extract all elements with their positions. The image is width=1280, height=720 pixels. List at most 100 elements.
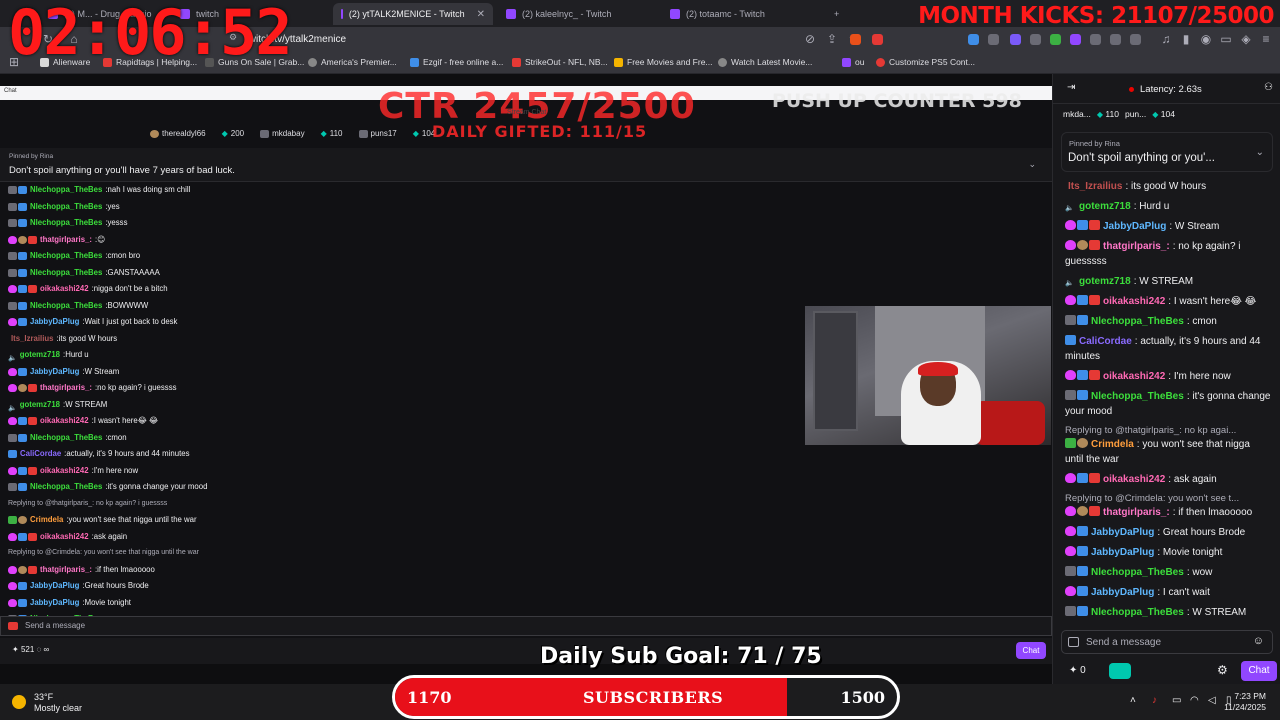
chat-username[interactable]: Nlechoppa_TheBes xyxy=(30,182,102,199)
extension-icon[interactable] xyxy=(1050,34,1061,45)
chat-username[interactable]: Nlechoppa_TheBes xyxy=(30,298,102,315)
tray-chevron-icon[interactable]: ˄ xyxy=(1130,695,1136,706)
channel-points[interactable]: ✦ 521 ◌ ∞ xyxy=(12,645,49,654)
chat-message[interactable]: JabbyDaPlug: Great hours Brode xyxy=(1065,525,1271,540)
chat-message[interactable]: thatgirlparis_:: if then lmaooooo xyxy=(8,562,768,579)
chat-username[interactable]: thatgirlparis_: xyxy=(40,562,92,579)
chat-send-button[interactable]: Chat xyxy=(1016,642,1046,659)
chat-username[interactable]: JabbyDaPlug xyxy=(1091,527,1154,538)
chat-message[interactable]: oikakashi242: ask again xyxy=(1065,472,1271,487)
chat-message[interactable]: Nlechoppa_TheBes: cmon xyxy=(8,430,768,447)
chat-message[interactable]: Its_Izrailius: its good W hours xyxy=(8,331,768,348)
profile-icon[interactable]: ◉ xyxy=(1198,32,1214,46)
chat-username[interactable]: gotemz718 xyxy=(1079,276,1131,287)
browser-tab-active[interactable]: (2) ytTALK2MENICE - Twitch ✕ xyxy=(333,3,493,25)
extension-icon[interactable] xyxy=(1090,34,1101,45)
chat-username[interactable]: oikakashi242 xyxy=(1103,296,1165,307)
bookmark[interactable]: Customize PS5 Cont... xyxy=(876,57,975,67)
chat-username[interactable]: Its_Izrailius xyxy=(11,331,53,348)
chat-username[interactable]: Its_Izrailius xyxy=(1068,181,1122,192)
chat-message[interactable]: Nlechoppa_TheBes: it's gonna change your… xyxy=(8,479,768,496)
bookmark[interactable]: Free Movies and Fre... xyxy=(614,57,713,67)
chat-message[interactable]: Nlechoppa_TheBes: nah I was doing sm chi… xyxy=(8,182,768,199)
chat-username[interactable]: oikakashi242 xyxy=(40,463,89,480)
chat-username[interactable]: Nlechoppa_TheBes xyxy=(1091,391,1184,402)
chat-message[interactable]: oikakashi242: I wasn't here😂 😂 xyxy=(1065,294,1271,309)
wallet-icon[interactable]: ▭ xyxy=(1218,32,1234,46)
users-icon[interactable]: ⚇ xyxy=(1264,82,1273,93)
chat-username[interactable]: Nlechoppa_TheBes xyxy=(30,199,102,216)
chat-message[interactable]: JabbyDaPlug: Movie tonight xyxy=(1065,545,1271,560)
chat-message[interactable]: 🔈 gotemz718: W STREAM xyxy=(1065,274,1271,289)
bookmark[interactable]: Ezgif - free online a... xyxy=(410,57,503,67)
brave-shield-icon[interactable] xyxy=(850,34,861,45)
chevron-down-icon[interactable]: ⌄ xyxy=(1256,147,1264,158)
extension-icon[interactable] xyxy=(968,34,979,45)
chat-username[interactable]: Nlechoppa_TheBes xyxy=(30,248,102,265)
chat-input[interactable]: Send a message xyxy=(0,616,1052,636)
chat-username[interactable]: oikakashi242 xyxy=(40,413,89,430)
chat-message[interactable]: Nlechoppa_TheBes: GANSTAAAAA xyxy=(8,265,768,282)
chat-message[interactable]: Nlechoppa_TheBes: wow xyxy=(1065,565,1271,580)
menu-icon[interactable]: ≡ xyxy=(1258,32,1274,46)
chat-username[interactable]: CaliCordae xyxy=(20,446,61,463)
volume-icon[interactable]: ◁ xyxy=(1208,695,1216,706)
chat-username[interactable]: Nlechoppa_TheBes xyxy=(30,430,102,447)
chat-username[interactable]: Nlechoppa_TheBes xyxy=(1091,567,1184,578)
chat-message[interactable]: thatgirlparis_:: no kp again? i guessss xyxy=(8,380,768,397)
top-chatter[interactable]: mkdabay xyxy=(260,129,305,138)
media-icon[interactable]: ♫ xyxy=(1158,32,1174,46)
chat-message[interactable]: Crimdela: you won't see that nigga until… xyxy=(1065,437,1271,467)
chat-message[interactable]: Nlechoppa_TheBes: cmon xyxy=(1065,314,1271,329)
chat-send-button[interactable]: Chat xyxy=(1241,661,1277,681)
top-chatter[interactable]: mkda... xyxy=(1063,109,1091,119)
top-chatter[interactable]: pun... xyxy=(1125,109,1146,119)
bookmark[interactable]: ou xyxy=(842,57,864,67)
share-icon[interactable]: ⇪ xyxy=(824,32,840,46)
chat-message[interactable]: oikakashi242: ask again xyxy=(8,529,768,546)
chat-username[interactable]: JabbyDaPlug xyxy=(30,364,79,381)
chat-message[interactable]: Nlechoppa_TheBes: cmon bro xyxy=(8,248,768,265)
chat-username[interactable]: Crimdela xyxy=(1091,439,1134,450)
chat-username[interactable]: JabbyDaPlug xyxy=(30,595,79,612)
chat-message[interactable]: JabbyDaPlug: I can't wait xyxy=(1065,585,1271,600)
chat-input[interactable]: Send a message ☺ xyxy=(1061,630,1273,654)
chat-message[interactable]: JabbyDaPlug: Great hours Brode xyxy=(8,578,768,595)
chat-username[interactable]: thatgirlparis_: xyxy=(1103,507,1170,518)
network-icon[interactable]: ▭ xyxy=(1172,695,1181,706)
top-chatter[interactable]: puns17 xyxy=(358,129,397,138)
bits-icon[interactable] xyxy=(1109,663,1131,679)
close-tab-icon[interactable]: ✕ xyxy=(477,9,485,20)
pinned-message[interactable]: Pinned by Rina Don't spoil anything or y… xyxy=(0,148,1052,182)
vpn-icon[interactable]: ◈ xyxy=(1238,32,1254,46)
extension-icon[interactable] xyxy=(1030,34,1041,45)
chat-message[interactable]: thatgirlparis_:: 😊 xyxy=(8,232,768,249)
chat-message[interactable]: thatgirlparis_:: no kp again? i guesssss xyxy=(1065,239,1271,269)
chat-message[interactable]: oikakashi242: I wasn't here😂 😂 xyxy=(8,413,768,430)
collapse-chat-icon[interactable]: ⇥ xyxy=(1067,82,1075,93)
extension-icon[interactable] xyxy=(1110,34,1121,45)
chat-username[interactable]: JabbyDaPlug xyxy=(30,578,79,595)
chat-message[interactable]: oikakashi242: I'm here now xyxy=(8,463,768,480)
channel-points[interactable]: ✦ 0 xyxy=(1069,665,1086,676)
chat-message[interactable]: Its_Izrailius: its good W hours xyxy=(1065,179,1271,194)
chat-message[interactable]: thatgirlparis_:: if then lmaooooo xyxy=(1065,505,1271,520)
bookmark[interactable]: Watch Latest Movie... xyxy=(718,57,812,67)
extension-icon[interactable] xyxy=(1130,34,1141,45)
emote-icon[interactable]: ☺ xyxy=(1253,635,1264,647)
chat-username[interactable]: gotemz718 xyxy=(1079,201,1131,212)
chat-username[interactable]: thatgirlparis_: xyxy=(40,380,92,397)
top-chatter[interactable]: therealdyl66 xyxy=(150,129,206,138)
chat-message[interactable]: oikakashi242: I'm here now xyxy=(1065,369,1271,384)
bookmark[interactable]: America's Premier... xyxy=(308,57,397,67)
chat-username[interactable]: Crimdela xyxy=(30,512,63,529)
chat-username[interactable]: Nlechoppa_TheBes xyxy=(30,479,102,496)
extension-icon[interactable] xyxy=(1070,34,1081,45)
chat-message[interactable]: Nlechoppa_TheBes: it's gonna change your… xyxy=(1065,389,1271,419)
chat-message[interactable]: 🔈 gotemz718: Hurd u xyxy=(8,347,768,364)
chat-username[interactable]: CaliCordae xyxy=(1079,336,1132,347)
chat-message[interactable]: CaliCordae: actually, it's 9 hours and 4… xyxy=(1065,334,1271,364)
chat-message[interactable]: Nlechoppa_TheBes: W STREAM xyxy=(1065,605,1271,620)
chat-username[interactable]: Nlechoppa_TheBes xyxy=(30,265,102,282)
chat-message[interactable]: Nlechoppa_TheBes: yes xyxy=(8,199,768,216)
